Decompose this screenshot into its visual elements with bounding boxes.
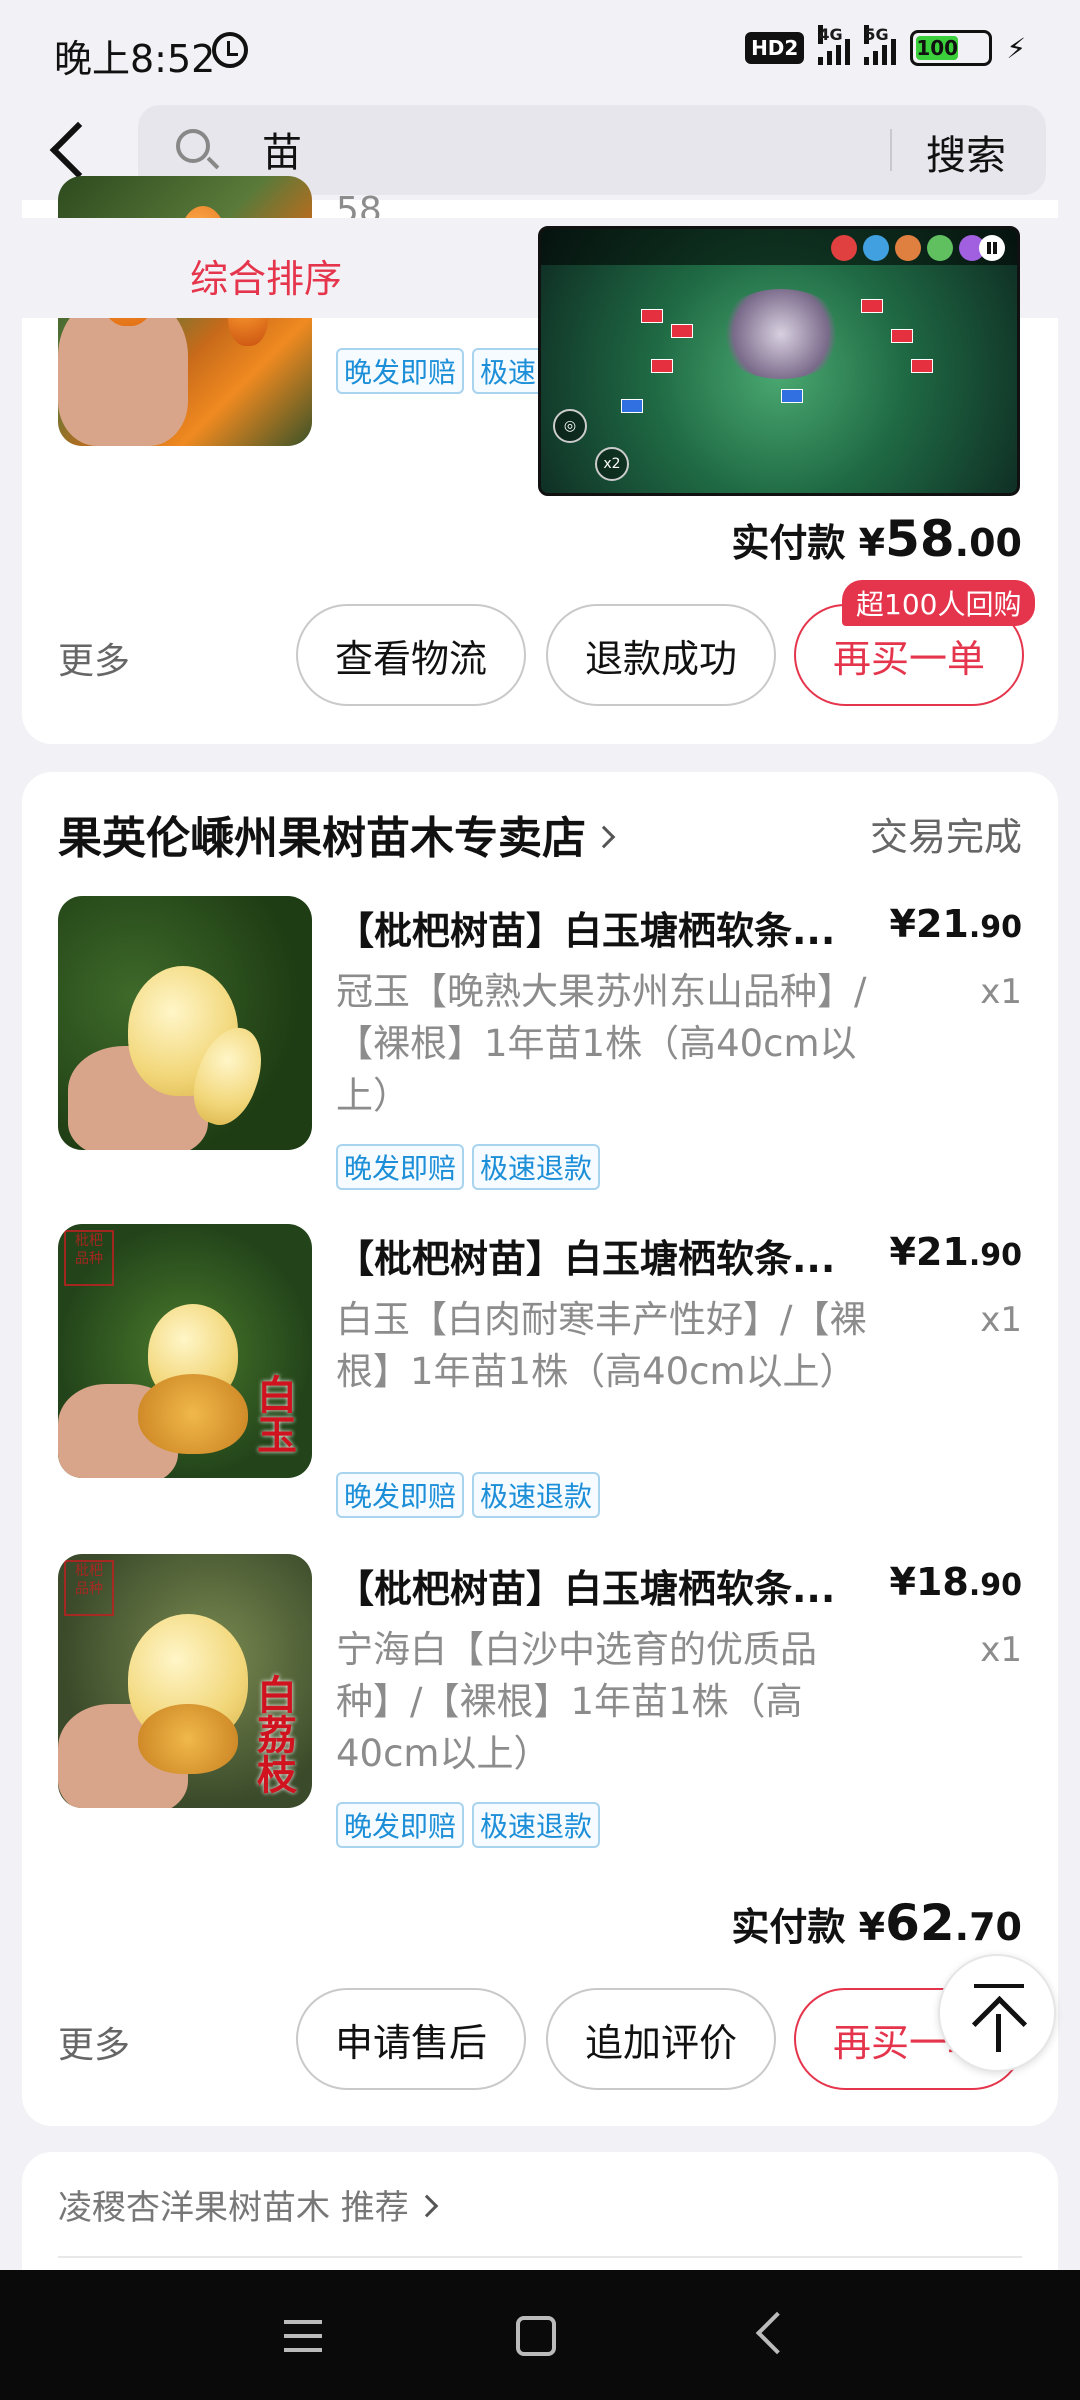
- search-button[interactable]: 搜索: [906, 123, 1026, 181]
- shop-name-link[interactable]: 果英伦嵊州果树苗木专卖店: [58, 802, 616, 866]
- refund-success-button[interactable]: 退款成功: [546, 604, 776, 706]
- chevron-right-icon: [415, 2194, 439, 2217]
- tag-fast-refund: 极速: [472, 348, 545, 394]
- tag-late-delivery-compensation: 晚发即赔: [336, 1144, 465, 1190]
- video-speed-icon[interactable]: x2: [595, 447, 629, 481]
- tag-fast-refund: 极速退款: [472, 1144, 601, 1190]
- product-price: ¥21.90: [889, 902, 1023, 946]
- product-quantity: x1: [980, 1630, 1022, 1670]
- search-input[interactable]: [262, 123, 862, 175]
- seal-stamp: 枇杷 品种: [64, 1560, 114, 1616]
- status-bar: 晚上8:52 HD2 4G 5G 100 ⚡: [0, 0, 1080, 100]
- product-quantity: x1: [980, 972, 1022, 1012]
- more-link[interactable]: 更多: [58, 2016, 130, 2068]
- battery-icon: 100: [910, 30, 993, 66]
- product-price: ¥21.90: [889, 1230, 1023, 1274]
- product-image[interactable]: [58, 896, 312, 1150]
- add-review-button[interactable]: 追加评价: [546, 1988, 776, 2090]
- recommend-link[interactable]: 凌稷杏洋果树苗木 推荐: [58, 2180, 439, 2229]
- product-title[interactable]: 【枇杷树苗】白玉塘栖软条...: [336, 900, 896, 955]
- search-icon: [176, 129, 210, 163]
- pause-icon[interactable]: [979, 235, 1005, 261]
- recommend-card: 凌稷杏洋果树苗木 推荐: [22, 2152, 1058, 2272]
- view-logistics-button[interactable]: 查看物流: [296, 604, 526, 706]
- product-price: ¥18.90: [889, 1560, 1023, 1604]
- video-hud: [541, 229, 1017, 265]
- battery-level: 100: [916, 36, 959, 60]
- back-to-top-icon[interactable]: [938, 1954, 1056, 2072]
- product-title[interactable]: 【枇杷树苗】白玉塘栖软条...: [336, 1558, 896, 1613]
- home-icon[interactable]: [516, 2316, 556, 2356]
- tag-late-delivery-compensation: 晚发即赔: [336, 348, 465, 394]
- product-spec: 宁海白【白沙中选育的优质品种】/【裸根】1年苗1株（高40cm以上）: [336, 1628, 817, 1775]
- repurchase-badge: 超100人回购: [842, 580, 1036, 626]
- order-total: 实付款 ¥62.70: [731, 1894, 1022, 1952]
- service-tags: 晚发即赔 极速退款: [336, 1802, 601, 1848]
- order-status: 交易完成: [869, 815, 1022, 859]
- tag-fast-refund: 极速退款: [472, 1472, 601, 1518]
- signal-5g-icon: 5G: [864, 25, 897, 65]
- alarm-icon: [212, 32, 248, 68]
- product-image[interactable]: 枇杷 品种 白玉: [58, 1224, 312, 1478]
- status-indicators: HD2 4G 5G 100 ⚡: [745, 25, 1026, 66]
- floating-video-player[interactable]: ◎ x2: [538, 226, 1020, 496]
- order-total: 实付款 ¥58.00: [731, 510, 1022, 568]
- more-link[interactable]: 更多: [58, 632, 130, 684]
- signal-4g-icon: 4G: [818, 25, 851, 65]
- tag-fast-refund: 极速退款: [472, 1802, 601, 1848]
- back-arrow-icon[interactable]: [49, 121, 107, 179]
- product-title[interactable]: 【枇杷树苗】白玉塘栖软条...: [336, 1228, 896, 1283]
- back-nav-icon[interactable]: [755, 2311, 799, 2355]
- service-tags: 晚发即赔 极速退款: [336, 1144, 601, 1190]
- product-spec: 冠玉【晚熟大果苏州东山品种】/【裸根】1年苗1株（高40cm以上）: [336, 970, 867, 1117]
- chevron-right-icon: [592, 825, 616, 849]
- status-time: 晚上8:52: [54, 37, 216, 81]
- divider: [58, 2256, 1022, 2258]
- game-scene: [716, 289, 846, 379]
- tab-comprehensive-sort[interactable]: 综合排序: [190, 248, 342, 303]
- charging-icon: ⚡: [1006, 31, 1026, 65]
- order-card-2: 果英伦嵊州果树苗木专卖店 交易完成 【枇杷树苗】白玉塘栖软条... ¥21.90…: [22, 772, 1058, 2126]
- service-tags: 晚发即赔 极速退款: [336, 1472, 601, 1518]
- seal-stamp: 枇杷 品种: [64, 1230, 114, 1286]
- apply-after-sales-button[interactable]: 申请售后: [296, 1988, 526, 2090]
- search-divider: [890, 129, 892, 171]
- image-label: 白荔枝: [250, 1674, 297, 1794]
- menu-icon[interactable]: [284, 2320, 322, 2352]
- product-spec: 白玉【白肉耐寒丰产性好】/【裸根】1年苗1株（高40cm以上）: [336, 1298, 867, 1393]
- image-label: 白玉: [250, 1374, 297, 1454]
- service-tags: 晚发即赔 极速: [336, 348, 545, 394]
- video-joystick-icon[interactable]: ◎: [553, 409, 587, 443]
- hd-icon: HD2: [745, 32, 805, 64]
- tag-late-delivery-compensation: 晚发即赔: [336, 1472, 465, 1518]
- system-nav-bar: [0, 2270, 1080, 2400]
- product-quantity: x1: [980, 1300, 1022, 1340]
- product-image[interactable]: 枇杷 品种 白荔枝: [58, 1554, 312, 1808]
- tag-late-delivery-compensation: 晚发即赔: [336, 1802, 465, 1848]
